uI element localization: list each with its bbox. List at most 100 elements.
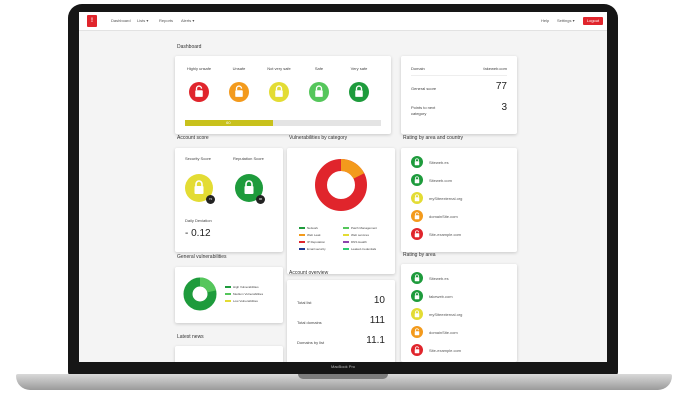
general-vuln-title: General vulnerabilities <box>177 254 227 260</box>
level-lock <box>229 82 249 102</box>
logo[interactable]: ! <box>87 15 97 27</box>
dashboard-title: Dashboard <box>177 44 202 50</box>
total-list-label: Total list <box>297 300 312 305</box>
laptop-brand: MacBook Pro <box>330 364 355 369</box>
rating-domain-link[interactable]: Site-example.com <box>429 348 461 353</box>
nav-reports[interactable]: Reports <box>159 18 173 23</box>
nav-settings[interactable]: Settings ▾ <box>557 18 575 23</box>
vuln-category-card: Network Patch Management Web Leak Web servi… <box>287 148 395 274</box>
total-list-value: 10 <box>373 295 385 306</box>
divider <box>411 75 507 76</box>
reputation-score-label: Reputation Score <box>233 156 264 161</box>
legend-label: Email security <box>307 247 326 251</box>
lock-icon <box>314 85 324 98</box>
lock-icon <box>274 85 284 98</box>
legend-label: Low Vulnerabilities <box>233 299 258 303</box>
progress-label: 60 <box>226 120 231 125</box>
legend-swatch <box>299 234 305 236</box>
points-value: 3 <box>501 102 507 113</box>
nav-lists[interactable]: Lists ▾ <box>137 18 148 23</box>
nav-dashboard[interactable]: Dashboard <box>111 18 131 23</box>
legend-swatch <box>225 300 231 302</box>
rating-domain-link[interactable]: Site-example.com <box>429 232 461 237</box>
legend-label: IP Reputation <box>307 240 326 244</box>
latest-news-title: Latest news <box>177 334 204 340</box>
legend-label: High Vulnerabilities <box>233 285 259 289</box>
rating-area-title: Rating by area <box>403 252 436 258</box>
dashboard-card: Highly unsafe Unsafe Not very safe Safe Very… <box>175 56 391 134</box>
top-nav: ! Dashboard Lists ▾ Reports Alerts ▾ Hel… <box>79 12 607 31</box>
lock-icon <box>414 310 420 318</box>
lock-icon <box>414 292 420 300</box>
lock-open-icon <box>414 346 420 354</box>
domains-by-list-value: 11.1 <box>366 335 385 346</box>
vuln-category-donut <box>315 159 367 211</box>
domains-by-list-label: Domains by list <box>297 340 325 345</box>
account-overview-card: Total list 10 Total domains 111 Domains … <box>287 280 395 362</box>
daily-deviation-value: - 0.12 <box>185 228 211 239</box>
lock-icon <box>194 180 204 194</box>
rating-domain-link[interactable]: domainSite.com <box>429 330 458 335</box>
daily-deviation-label: Daily Deviation <box>185 218 212 223</box>
lock-icon <box>244 180 254 194</box>
rating-domain-link[interactable]: Siteweb.es <box>429 276 449 281</box>
account-overview-title: Account overview <box>289 270 329 276</box>
rating-lock <box>411 174 423 186</box>
lock-icon <box>414 158 420 166</box>
level-label: Safe <box>314 66 324 71</box>
domain-label: Domain <box>411 66 425 71</box>
points-label: Points to next category <box>411 105 436 116</box>
legend-label: Network <box>307 226 319 230</box>
legend-swatch <box>343 241 349 243</box>
total-domains-label: Total domains <box>297 320 322 325</box>
total-domains-value: 111 <box>369 315 385 326</box>
rating-domain-link[interactable]: Siteweb.com <box>429 178 452 183</box>
rating-area-card: Siteweb.es fakeweb.com mySiteexternal.org d… <box>401 264 517 362</box>
rating-domain-link[interactable]: fakeweb.com <box>429 294 453 299</box>
level-lock <box>349 82 369 102</box>
rating-lock <box>411 326 423 338</box>
legend-label: Medium Vulnerabilities <box>233 292 264 296</box>
legend-swatch <box>343 234 349 236</box>
rating-domain-link[interactable]: domainSite.com <box>429 214 458 219</box>
rating-domain-link[interactable]: mySiteexternal.org <box>429 312 462 317</box>
account-score-title: Account score <box>177 135 209 141</box>
lock-open-icon <box>414 328 420 336</box>
lock-icon <box>414 176 420 184</box>
rating-lock <box>411 210 423 222</box>
general-score-label: General score <box>411 86 437 91</box>
logout-button[interactable]: Logout <box>583 17 603 25</box>
laptop-notch <box>298 374 388 379</box>
lock-icon <box>354 85 364 98</box>
rating-lock <box>411 272 423 284</box>
general-vuln-card: High Vulnerabilities Medium Vulnerabiliti… <box>175 267 283 323</box>
lock-icon <box>414 194 420 202</box>
rating-domain-link[interactable]: mySiteexternal.org <box>429 196 462 201</box>
security-score-label: Security Score <box>185 156 212 161</box>
level-label: Unsafe <box>232 66 246 71</box>
level-lock <box>189 82 209 102</box>
lock-open-icon <box>414 212 420 220</box>
legend-swatch <box>343 248 349 250</box>
general-vuln-donut <box>183 277 217 311</box>
nav-help[interactable]: Help <box>541 18 549 23</box>
reputation-score-badge: 96 <box>256 195 265 204</box>
legend-label: Web services <box>351 233 369 237</box>
security-score-badge: 72 <box>206 195 215 204</box>
lock-open-icon <box>194 85 204 98</box>
lock-icon <box>414 274 420 282</box>
rating-lock <box>411 344 423 356</box>
rating-lock <box>411 308 423 320</box>
rating-area-country-title: Rating by area and country <box>403 135 464 141</box>
nav-alerts[interactable]: Alerts ▾ <box>181 18 194 23</box>
legend-label: DNS Health <box>351 240 367 244</box>
rating-domain-link[interactable]: Siteweb.es <box>429 160 449 165</box>
level-label: Very safe <box>350 66 368 71</box>
account-score-card: Security Score Reputation Score 72 96 Da… <box>175 148 283 252</box>
rating-area-country-card: Siteweb.es Siteweb.com mySiteexternal.org d… <box>401 148 517 252</box>
legend-swatch <box>343 227 349 229</box>
vuln-category-title: Vulnerabilities by category <box>289 135 348 141</box>
progress-track: 60 <box>185 120 381 126</box>
general-score-value: 77 <box>495 81 507 92</box>
rating-lock <box>411 156 423 168</box>
